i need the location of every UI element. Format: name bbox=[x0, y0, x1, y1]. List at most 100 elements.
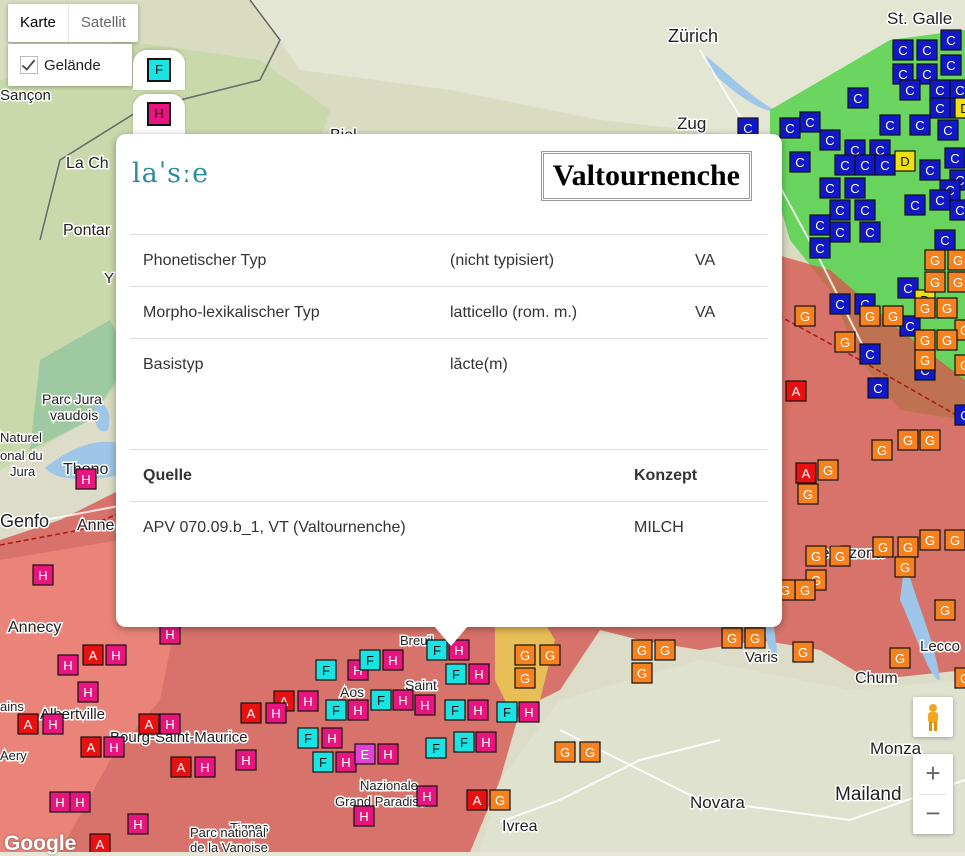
map-marker-c[interactable]: C bbox=[904, 194, 926, 216]
map-marker-a[interactable]: A bbox=[17, 713, 39, 735]
map-marker-f[interactable]: F bbox=[359, 649, 381, 671]
map-marker-g[interactable]: G bbox=[894, 556, 916, 578]
map-marker-g[interactable]: G bbox=[934, 599, 956, 621]
map-marker-h[interactable]: H bbox=[377, 743, 399, 765]
map-marker-h[interactable]: H bbox=[159, 623, 181, 645]
map-marker-a[interactable]: A bbox=[795, 462, 817, 484]
map-marker-h[interactable]: H bbox=[103, 736, 125, 758]
map-marker-c[interactable]: C bbox=[892, 39, 914, 61]
map-marker-c[interactable]: C bbox=[929, 79, 951, 101]
popup-tab-h[interactable]: H bbox=[133, 94, 185, 134]
terrain-toggle[interactable]: Gelände bbox=[8, 44, 132, 86]
map-marker-g[interactable]: G bbox=[954, 667, 965, 689]
map-marker-g[interactable]: G bbox=[794, 305, 816, 327]
map-marker-g[interactable]: G bbox=[721, 627, 743, 649]
map-marker-h[interactable]: H bbox=[265, 702, 287, 724]
map-marker-g[interactable]: G bbox=[514, 667, 536, 689]
map-marker-h[interactable]: H bbox=[382, 649, 404, 671]
map-marker-g[interactable]: G bbox=[914, 329, 936, 351]
map-marker-c[interactable]: C bbox=[940, 29, 962, 51]
map-marker-h[interactable]: H bbox=[518, 701, 540, 723]
map-marker-g[interactable]: G bbox=[797, 483, 819, 505]
map-marker-c[interactable]: C bbox=[949, 199, 965, 221]
map-marker-h[interactable]: H bbox=[75, 468, 97, 490]
map-marker-f[interactable]: F bbox=[444, 699, 466, 721]
map-marker-f[interactable]: F bbox=[325, 699, 347, 721]
map-marker-c[interactable]: C bbox=[909, 114, 931, 136]
map-marker-c[interactable]: C bbox=[854, 199, 876, 221]
map-marker-c[interactable]: C bbox=[819, 177, 841, 199]
map-marker-c[interactable]: C bbox=[779, 117, 801, 139]
map-marker-c[interactable]: C bbox=[929, 97, 951, 119]
map-marker-g[interactable]: G bbox=[954, 354, 965, 376]
map-marker-h[interactable]: H bbox=[297, 690, 319, 712]
map-marker-g[interactable]: G bbox=[631, 662, 653, 684]
map-marker-g[interactable]: G bbox=[947, 271, 965, 293]
map-marker-g[interactable]: G bbox=[924, 249, 946, 271]
map-marker-g[interactable]: G bbox=[919, 429, 941, 451]
map-marker-c[interactable]: C bbox=[929, 189, 951, 211]
map-marker-g[interactable]: G bbox=[817, 459, 839, 481]
map-marker-g[interactable]: G bbox=[914, 349, 936, 371]
street-view-pegman-button[interactable] bbox=[913, 697, 953, 737]
map-marker-h[interactable]: H bbox=[127, 813, 149, 835]
map-marker-g[interactable]: G bbox=[834, 331, 856, 353]
map-marker-h[interactable]: H bbox=[416, 785, 438, 807]
map-marker-a[interactable]: A bbox=[466, 789, 488, 811]
map-marker-h[interactable]: H bbox=[335, 751, 357, 773]
map-marker-h[interactable]: H bbox=[475, 731, 497, 753]
map-marker-c[interactable]: C bbox=[809, 214, 831, 236]
map-marker-g[interactable]: G bbox=[919, 529, 941, 551]
map-marker-g[interactable]: G bbox=[936, 297, 958, 319]
map-marker-c[interactable]: C bbox=[829, 293, 851, 315]
map-marker-c[interactable]: C bbox=[829, 221, 851, 243]
map-marker-c[interactable]: C bbox=[819, 129, 841, 151]
map-marker-g[interactable]: G bbox=[805, 545, 827, 567]
map-marker-e[interactable]: E bbox=[354, 743, 376, 765]
map-marker-g[interactable]: G bbox=[914, 297, 936, 319]
map-marker-c[interactable]: C bbox=[944, 147, 965, 169]
map-marker-a[interactable]: A bbox=[82, 644, 104, 666]
map-marker-a[interactable]: A bbox=[138, 713, 160, 735]
map-marker-h[interactable]: H bbox=[468, 663, 490, 685]
map-marker-c[interactable]: C bbox=[854, 154, 876, 176]
map-marker-c[interactable]: C bbox=[867, 377, 889, 399]
map-marker-g[interactable]: G bbox=[859, 305, 881, 327]
map-marker-g[interactable]: G bbox=[792, 641, 814, 663]
map-marker-c[interactable]: C bbox=[954, 404, 965, 426]
map-marker-a[interactable]: A bbox=[170, 756, 192, 778]
map-marker-c[interactable]: C bbox=[844, 177, 866, 199]
map-marker-g[interactable]: G bbox=[829, 545, 851, 567]
map-marker-g[interactable]: G bbox=[554, 741, 576, 763]
map-marker-c[interactable]: C bbox=[919, 159, 941, 181]
map-marker-f[interactable]: F bbox=[312, 751, 334, 773]
map-marker-h[interactable]: H bbox=[414, 694, 436, 716]
map-marker-g[interactable]: G bbox=[579, 741, 601, 763]
map-marker-a[interactable]: A bbox=[89, 833, 111, 852]
map-marker-c[interactable]: C bbox=[879, 114, 901, 136]
map-type-karte-button[interactable]: Karte bbox=[8, 4, 68, 42]
terrain-checkbox[interactable] bbox=[20, 56, 38, 74]
zoom-in-button[interactable]: + bbox=[913, 754, 953, 794]
map-marker-g[interactable]: G bbox=[889, 647, 911, 669]
map-marker-c[interactable]: C bbox=[859, 343, 881, 365]
map-marker-g[interactable]: G bbox=[897, 536, 919, 558]
map-marker-h[interactable]: H bbox=[321, 727, 343, 749]
map-marker-f[interactable]: F bbox=[496, 701, 518, 723]
map-marker-c[interactable]: C bbox=[799, 111, 821, 133]
map-marker-c[interactable]: C bbox=[829, 199, 851, 221]
map-marker-h[interactable]: H bbox=[49, 791, 71, 813]
map-marker-c[interactable]: C bbox=[949, 79, 965, 101]
map-marker-d[interactable]: D bbox=[954, 97, 965, 119]
map-marker-f[interactable]: F bbox=[445, 663, 467, 685]
map-marker-h[interactable]: H bbox=[347, 699, 369, 721]
map-marker-c[interactable]: C bbox=[874, 154, 896, 176]
map-marker-g[interactable]: G bbox=[514, 644, 536, 666]
map-marker-h[interactable]: H bbox=[194, 756, 216, 778]
map-marker-c[interactable]: C bbox=[916, 39, 938, 61]
map-marker-f[interactable]: F bbox=[315, 659, 337, 681]
map-marker-g[interactable]: G bbox=[897, 429, 919, 451]
map-marker-g[interactable]: G bbox=[871, 439, 893, 461]
map-marker-g[interactable]: G bbox=[794, 579, 816, 601]
map-marker-h[interactable]: H bbox=[353, 805, 375, 827]
